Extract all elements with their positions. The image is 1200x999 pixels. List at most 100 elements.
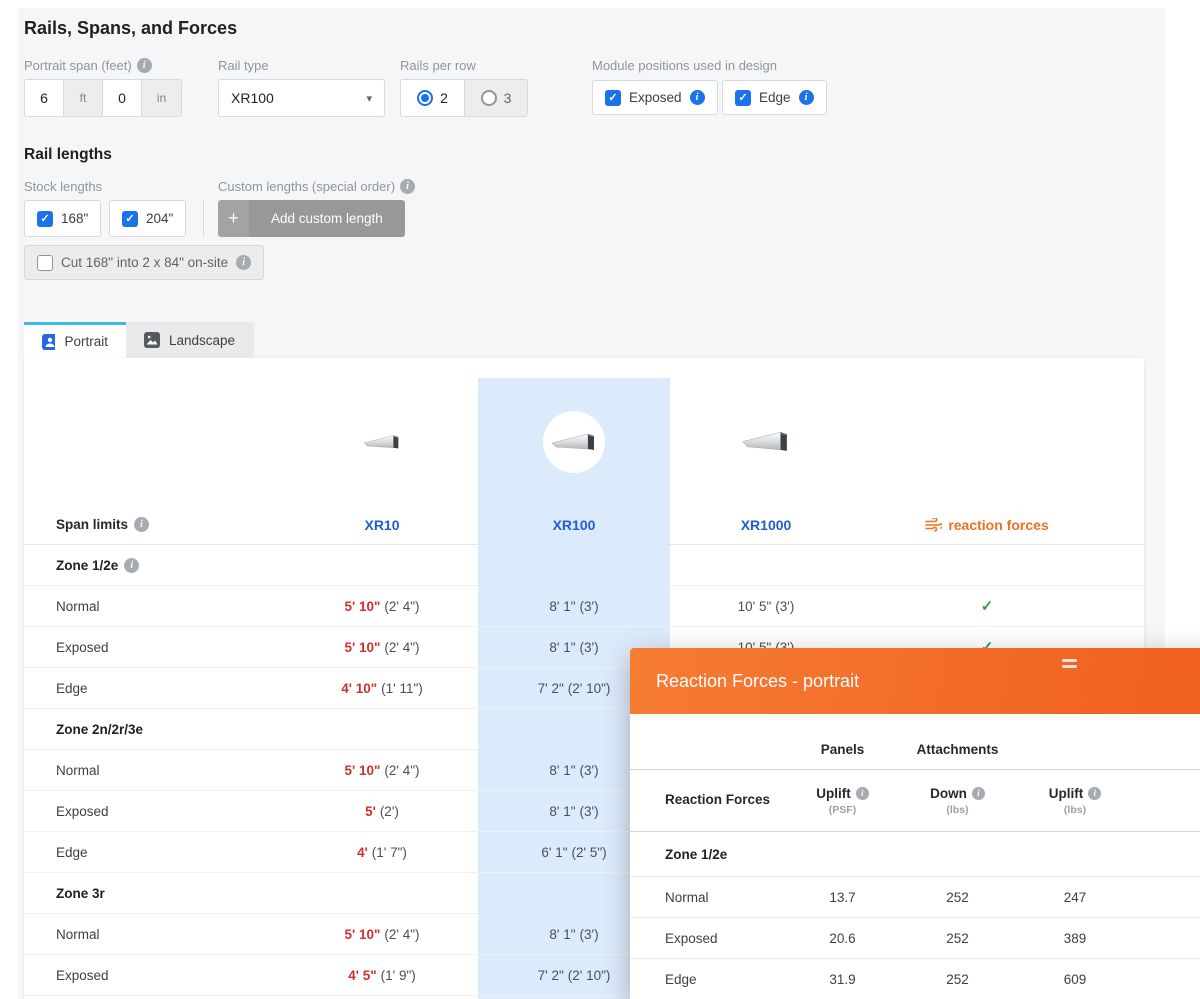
reaction-forces-link[interactable]: reaction forces (862, 517, 1112, 533)
reaction-forces-corner-label: Reaction Forces (665, 790, 785, 810)
inch-unit-label: in (142, 80, 181, 116)
rail-type-select[interactable]: XR100 ▾ (218, 79, 385, 117)
span-value: 6' 1" (541, 845, 567, 860)
overlay-table-row: Edge31.9252609 (630, 959, 1200, 999)
span-cantilever-value: (3') (775, 599, 794, 614)
info-icon[interactable]: i (856, 787, 869, 800)
span-value: 4' 10" (341, 681, 377, 696)
span-cantilever-value: (2') (380, 804, 399, 819)
overlay-header: Reaction Forces - portrait (630, 648, 1200, 714)
span-cantilever-value: (3') (580, 599, 599, 614)
info-icon[interactable]: i (400, 179, 415, 194)
row-label: Normal (56, 599, 286, 614)
attachments-group-header: Attachments (900, 742, 1015, 757)
span-value: 7' 2" (538, 968, 564, 983)
overlay-title: Reaction Forces - portrait (656, 671, 859, 692)
chevron-down-icon: ▾ (366, 92, 372, 105)
portrait-icon (42, 334, 55, 350)
tab-portrait[interactable]: Portrait (24, 322, 126, 358)
span-value: 8' 1" (549, 804, 575, 819)
span-cantilever-value: (3') (580, 763, 599, 778)
rails-per-row-segmented: 2 3 (400, 79, 528, 117)
reaction-force-value: 252 (900, 931, 1015, 946)
cut-168-checkbox[interactable]: Cut 168" into 2 x 84" on-site i (24, 245, 264, 280)
row-label: Edge (56, 681, 286, 696)
exposed-position-checkbox[interactable]: ✓ Exposed i (592, 80, 718, 115)
span-cantilever-value: (2' 4") (384, 927, 419, 942)
tab-landscape[interactable]: Landscape (126, 322, 254, 358)
overlay-column-header-row: Reaction Forces Uplift i (PSF) Down i (l… (630, 770, 1200, 832)
zone-label: Zone 3r (56, 886, 105, 901)
span-value-cell: 4'(1' 7") (286, 845, 478, 860)
overlay-table-row: Exposed20.6252389 (630, 918, 1200, 959)
reaction-force-value: 20.6 (785, 931, 900, 946)
span-value-cell: 5' 10"(2' 4") (286, 599, 478, 614)
info-icon[interactable]: i (690, 90, 705, 105)
reaction-force-value: 31.9 (785, 972, 900, 987)
rail-images-row (24, 378, 1144, 505)
row-label: Exposed (56, 804, 286, 819)
stock-204-label: 204" (146, 211, 173, 226)
edge-position-checkbox[interactable]: ✓ Edge i (722, 80, 827, 115)
reaction-force-value: 247 (1015, 890, 1135, 905)
rails-per-row-label: Rails per row (400, 58, 476, 73)
span-value: 5' 10" (344, 763, 380, 778)
span-value: 5' 10" (344, 927, 380, 942)
span-value-cell: 4' 10"(1' 11") (286, 681, 478, 696)
add-custom-length-label: Add custom length (249, 200, 405, 237)
info-icon[interactable]: i (124, 558, 139, 573)
panels-group-header: Panels (785, 742, 900, 757)
span-inch-input[interactable]: 0 (103, 80, 142, 116)
row-label: Exposed (56, 968, 286, 983)
span-cantilever-value: (2' 10") (568, 968, 611, 983)
page-title: Rails, Spans, and Forces (24, 18, 237, 39)
rail-lengths-title: Rail lengths (24, 146, 112, 164)
row-label: Edge (56, 845, 286, 860)
span-value-cell: 8' 1"(3') (478, 599, 670, 614)
span-limits-label: Span limits (56, 517, 128, 532)
info-icon[interactable]: i (972, 787, 985, 800)
row-label: Exposed (56, 640, 286, 655)
span-cantilever-value: (1' 7") (372, 845, 407, 860)
span-value-cell: 10' 5"(3') (670, 599, 862, 614)
info-icon[interactable]: i (137, 58, 152, 73)
info-icon[interactable]: i (799, 90, 814, 105)
xr1000-rail-image (670, 429, 862, 454)
span-feet-input[interactable]: 6 (25, 80, 64, 116)
span-value: 5' 10" (344, 599, 380, 614)
span-limits-header: Span limits i (56, 517, 286, 532)
checkbox-checked-icon: ✓ (122, 211, 138, 227)
rails-per-row-option-2[interactable]: 2 (401, 80, 464, 116)
uplift-label: Uplift (816, 786, 851, 801)
reaction-force-value: 252 (900, 890, 1015, 905)
exposed-label: Exposed (629, 90, 682, 105)
span-value: 8' 1" (549, 640, 575, 655)
info-icon[interactable]: i (236, 255, 251, 270)
rail-type-label: Rail type (218, 58, 269, 73)
divider (203, 200, 204, 237)
add-custom-length-button[interactable]: + Add custom length (218, 200, 405, 237)
info-icon[interactable]: i (134, 517, 149, 532)
reaction-forces-overlay: Reaction Forces - portrait Panels Attach… (630, 648, 1200, 999)
column-header-xr10[interactable]: XR10 (286, 517, 478, 533)
column-header-xr100[interactable]: XR100 (478, 517, 670, 533)
checkbox-checked-icon: ✓ (735, 90, 751, 106)
column-header-xr1000[interactable]: XR1000 (670, 517, 862, 533)
stock-length-204-checkbox[interactable]: ✓ 204" (109, 200, 186, 237)
span-value-cell: 5' 10"(2' 4") (286, 640, 478, 655)
info-icon[interactable]: i (1088, 787, 1101, 800)
rails-per-row-option-3[interactable]: 3 (464, 80, 527, 116)
feet-unit-label: ft (64, 80, 103, 116)
span-value: 5' 10" (344, 640, 380, 655)
plus-icon: + (218, 200, 249, 237)
tab-landscape-label: Landscape (169, 333, 235, 348)
zone-label: Zone 1/2e (56, 558, 118, 573)
stock-length-168-checkbox[interactable]: ✓ 168" (24, 200, 101, 237)
option-3-label: 3 (504, 90, 512, 106)
xr10-rail-image (286, 433, 478, 451)
overlay-group-header-row: Panels Attachments (630, 714, 1200, 770)
lbs-unit-label: (lbs) (1015, 804, 1135, 816)
drag-handle-icon[interactable] (1062, 659, 1077, 668)
span-cantilever-value: (3') (580, 804, 599, 819)
reaction-forces-label: reaction forces (948, 517, 1048, 533)
